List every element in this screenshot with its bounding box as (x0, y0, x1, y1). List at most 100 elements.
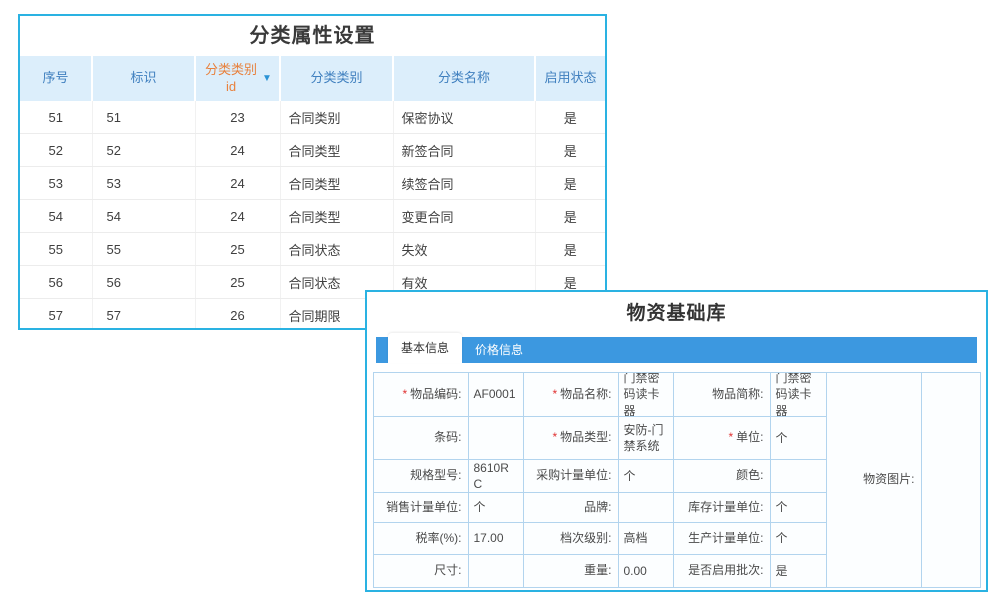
column-header-label: 启用状态 (544, 70, 596, 86)
field-value: 门禁密码读卡器 (771, 373, 827, 417)
table-cell: 55 (92, 233, 195, 266)
table-cell: 变更合同 (393, 200, 535, 233)
sort-down-icon[interactable]: ▼ (262, 73, 272, 84)
field-label: 税率(%): (374, 523, 469, 555)
field-value: 高档 (619, 523, 674, 555)
table-row[interactable]: 525224合同类型新签合同是 (20, 134, 605, 167)
column-header-4[interactable]: 分类名称 (393, 56, 535, 101)
field-label: 采购计量单位: (524, 460, 619, 493)
table-cell: 新签合同 (393, 134, 535, 167)
material-base-window: 物资基础库 基本信息 价格信息 物资图片: *物品编码:AF0001*物品名称:… (365, 290, 988, 592)
tab-price-info[interactable]: 价格信息 (462, 337, 536, 363)
field-label: 颜色: (674, 460, 771, 493)
table-row[interactable]: 535324合同类型续签合同是 (20, 167, 605, 200)
table-cell: 合同类型 (280, 200, 393, 233)
required-asterisk: * (552, 430, 557, 446)
field-label-text: 规格型号: (410, 468, 461, 484)
field-value (469, 417, 524, 460)
table-cell: 57 (20, 299, 92, 331)
table-cell: 是 (535, 233, 605, 266)
field-label-text: 物品名称: (560, 387, 611, 403)
table-header-row: 序号 标识分类类别id▼ 分类类别 分类名称 启用状态 (20, 56, 605, 101)
table-cell: 51 (20, 101, 92, 134)
basic-info-form: 物资图片: *物品编码:AF0001*物品名称:门禁密码读卡器物品简称:门禁密码… (373, 372, 981, 588)
field-value: AF0001 (469, 373, 524, 417)
field-value: 8610RC (469, 460, 524, 493)
required-asterisk: * (552, 387, 557, 403)
table-cell: 51 (92, 101, 195, 134)
column-header-1[interactable]: 标识 (92, 56, 195, 101)
table-cell: 56 (20, 266, 92, 299)
field-value: 17.00 (469, 523, 524, 555)
table-cell: 保密协议 (393, 101, 535, 134)
field-value: 0.00 (619, 555, 674, 588)
table-cell: 24 (195, 200, 280, 233)
field-label: 规格型号: (374, 460, 469, 493)
column-header-3[interactable]: 分类类别 (280, 56, 393, 101)
table-cell: 24 (195, 134, 280, 167)
field-value: 个 (771, 493, 827, 523)
table-cell: 合同状态 (280, 233, 393, 266)
table-cell: 53 (92, 167, 195, 200)
field-label: 是否启用批次: (674, 555, 771, 588)
table-cell: 52 (92, 134, 195, 167)
material-image-label: 物资图片: (827, 373, 922, 588)
field-label-text: 重量: (584, 563, 611, 579)
table-cell: 54 (20, 200, 92, 233)
field-value: 门禁密码读卡器 (619, 373, 674, 417)
tab-basic-info[interactable]: 基本信息 (388, 333, 462, 363)
field-label: 条码: (374, 417, 469, 460)
column-header-label: 分类类别 (310, 70, 362, 86)
table-cell: 24 (195, 167, 280, 200)
field-label: *物品编码: (374, 373, 469, 417)
field-label: 生产计量单位: (674, 523, 771, 555)
table-row[interactable]: 545424合同类型变更合同是 (20, 200, 605, 233)
table-cell: 57 (92, 299, 195, 331)
category-table: 序号标识分类类别id▼分类类别分类名称启用状态 515123合同类别保密协议是5… (20, 56, 605, 330)
table-cell: 是 (535, 167, 605, 200)
column-header-label: 分类类别id (203, 62, 259, 95)
column-header-label: 序号 (42, 70, 68, 86)
field-label: *物品名称: (524, 373, 619, 417)
field-value: 个 (771, 523, 827, 555)
field-label-text: 档次级别: (560, 531, 611, 547)
table-cell: 是 (535, 200, 605, 233)
field-label: 重量: (524, 555, 619, 588)
field-label: 品牌: (524, 493, 619, 523)
page-title: 分类属性设置 (20, 16, 605, 56)
field-label-text: 条码: (434, 430, 461, 446)
field-label: *物品类型: (524, 417, 619, 460)
column-header-0[interactable]: 序号 (20, 56, 92, 101)
table-cell: 合同类型 (280, 167, 393, 200)
field-label-text: 税率(%): (416, 531, 462, 547)
field-label: 销售计量单位: (374, 493, 469, 523)
table-cell: 失效 (393, 233, 535, 266)
table-cell: 续签合同 (393, 167, 535, 200)
tab-bar: 基本信息 价格信息 (376, 337, 977, 363)
category-attributes-window: 分类属性设置 序号标识分类类别id▼分类类别分类名称启用状态 515123合同类… (18, 14, 607, 330)
required-asterisk: * (728, 430, 733, 446)
field-label-text: 库存计量单位: (688, 500, 763, 516)
column-header-5[interactable]: 启用状态 (535, 56, 605, 101)
field-label-text: 单位: (736, 430, 763, 446)
table-cell: 23 (195, 101, 280, 134)
field-label-text: 采购计量单位: (536, 468, 611, 484)
table-row[interactable]: 555525合同状态失效是 (20, 233, 605, 266)
table-cell: 是 (535, 134, 605, 167)
field-label-text: 品牌: (584, 500, 611, 516)
field-label: 物品简称: (674, 373, 771, 417)
field-value: 是 (771, 555, 827, 588)
field-label: 尺寸: (374, 555, 469, 588)
field-label-text: 物品类型: (560, 430, 611, 446)
field-label: 档次级别: (524, 523, 619, 555)
column-header-label: 分类名称 (438, 70, 490, 86)
table-row[interactable]: 515123合同类别保密协议是 (20, 101, 605, 134)
field-label-text: 尺寸: (434, 563, 461, 579)
field-value: 安防-门禁系统 (619, 417, 674, 460)
table-cell: 合同类别 (280, 101, 393, 134)
field-value (619, 493, 674, 523)
field-label-text: 颜色: (736, 468, 763, 484)
column-header-2[interactable]: 分类类别id▼ (195, 56, 280, 101)
field-label-text: 生产计量单位: (688, 531, 763, 547)
field-value: 个 (771, 417, 827, 460)
